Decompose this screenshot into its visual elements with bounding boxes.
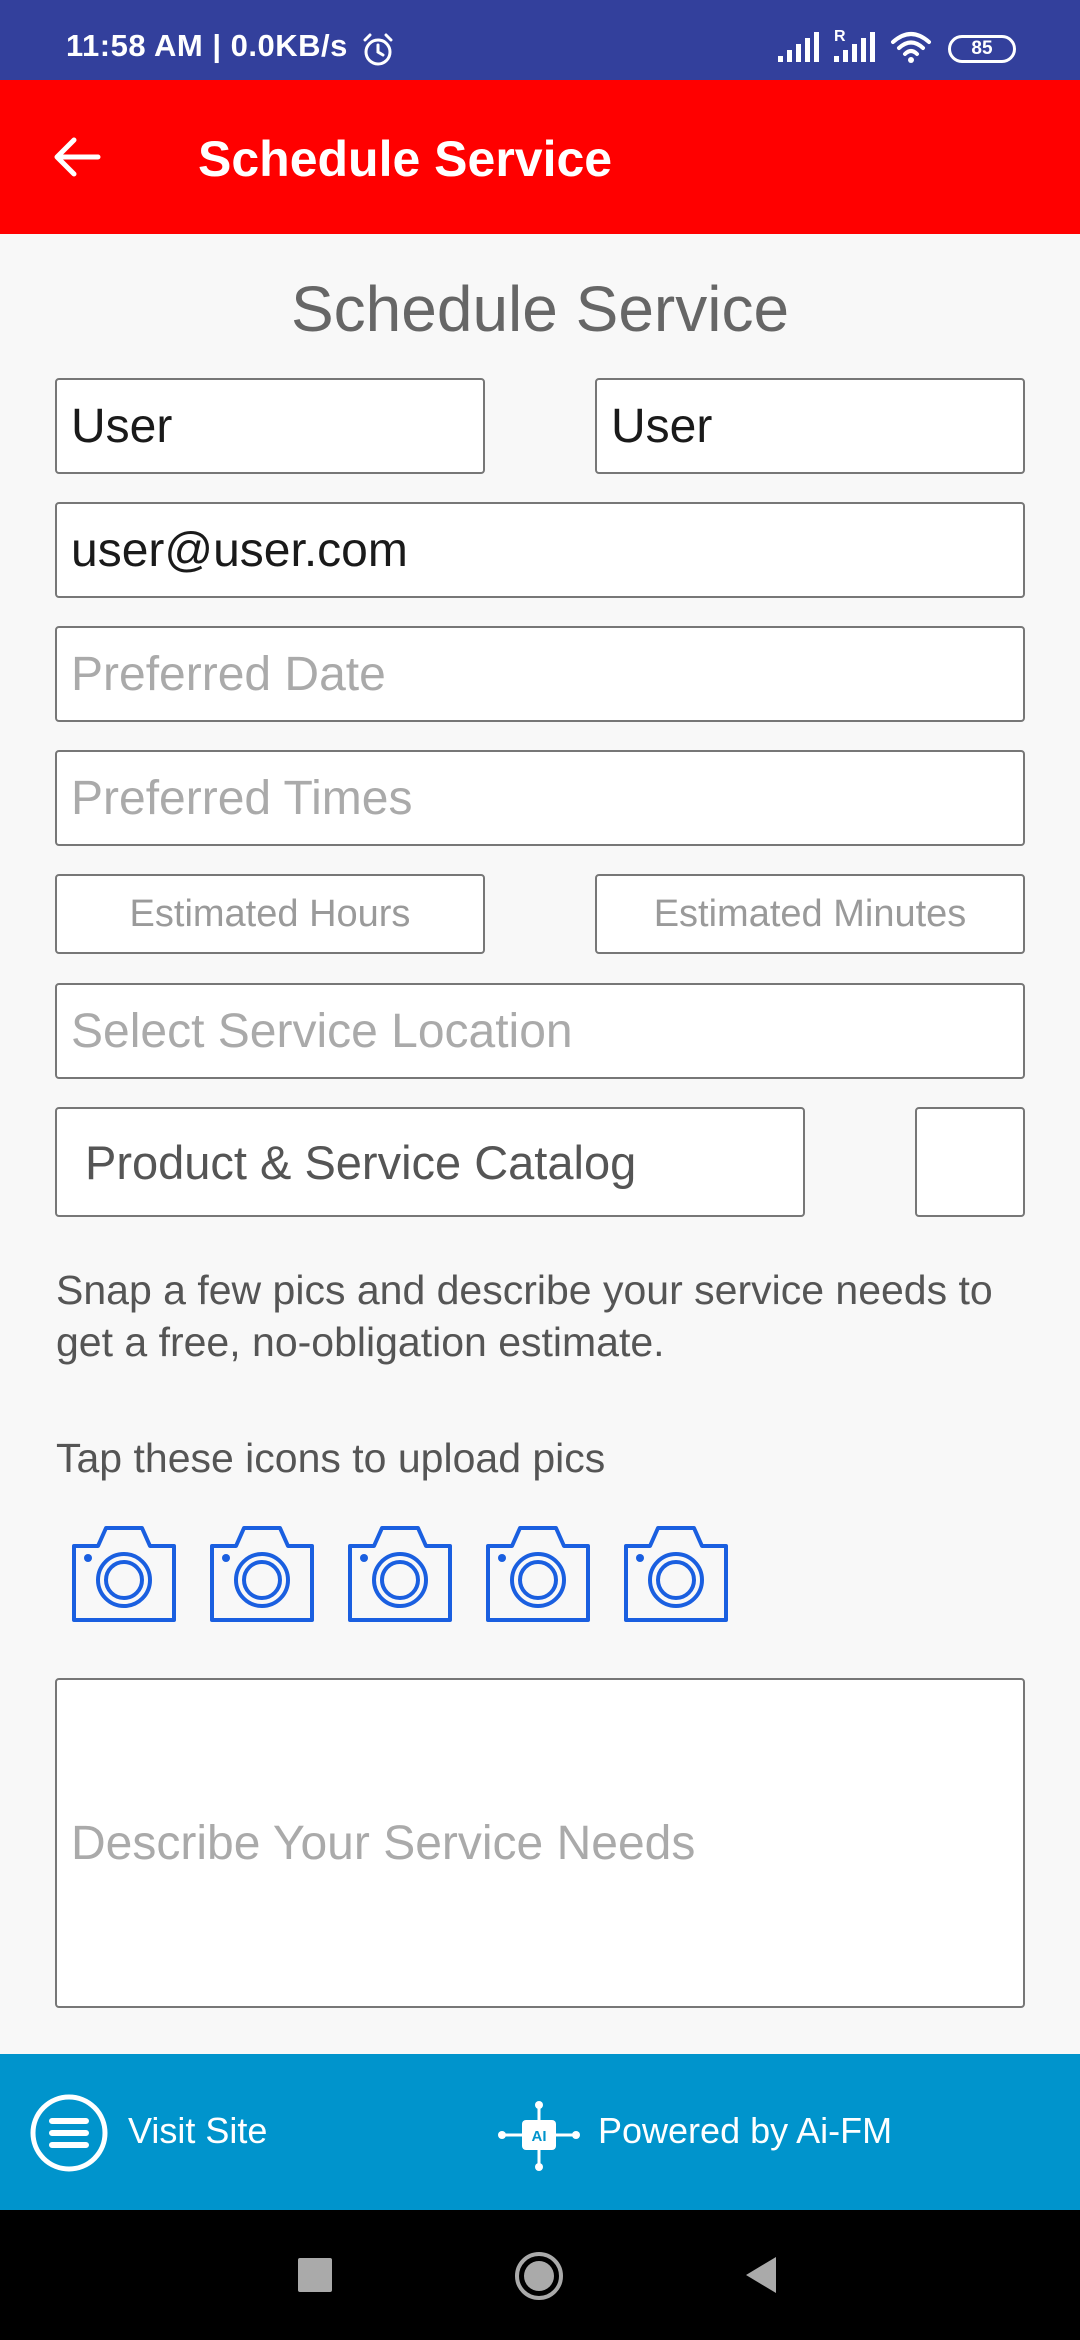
catalog-selection-box[interactable] — [915, 1107, 1025, 1217]
ai-chip-icon: AI — [498, 2101, 580, 2171]
powered-by-label[interactable]: Powered by Ai-FM — [598, 2110, 892, 2152]
app-bar: Schedule Service — [0, 80, 1080, 234]
menu-icon[interactable] — [28, 2092, 110, 2174]
status-time: 11:58 AM | 0.0KB/s — [66, 28, 348, 63]
camera-icon[interactable] — [206, 1522, 318, 1626]
camera-icon[interactable] — [620, 1522, 732, 1626]
estimated-minutes-field[interactable]: Estimated Minutes — [595, 874, 1025, 954]
preferred-times-field[interactable]: Preferred Times — [55, 750, 1025, 846]
preferred-date-field[interactable]: Preferred Date — [55, 626, 1025, 722]
home-icon[interactable] — [513, 2250, 565, 2302]
estimate-info-text: Snap a few pics and describe your servic… — [56, 1267, 993, 1365]
recent-apps-icon[interactable] — [298, 2258, 332, 2292]
service-location-select[interactable]: Select Service Location — [55, 983, 1025, 1079]
wifi-icon — [891, 32, 931, 63]
nav-back-icon[interactable] — [742, 2254, 780, 2296]
upload-hint-text: Tap these icons to upload pics — [56, 1435, 606, 1481]
email-field[interactable]: user@user.com — [55, 502, 1025, 598]
app-bar-title: Schedule Service — [198, 131, 613, 187]
status-bar: 11:58 AM | 0.0KB/s R 85 — [0, 0, 1080, 80]
estimated-hours-field[interactable]: Estimated Hours — [55, 874, 485, 954]
camera-icon[interactable] — [344, 1522, 456, 1626]
footer-bar: Visit Site AI Powered by Ai-FM — [0, 2054, 1080, 2210]
ai-badge-text: AI — [532, 2128, 547, 2145]
screen: 11:58 AM | 0.0KB/s R 85 Schedule Service… — [0, 0, 1080, 2340]
last-name-field[interactable]: User — [595, 378, 1025, 474]
camera-icon[interactable] — [68, 1522, 180, 1626]
service-description-textarea[interactable]: Describe Your Service Needs — [55, 1678, 1025, 2008]
visit-site-link[interactable]: Visit Site — [128, 2110, 267, 2152]
page-title: Schedule Service — [290, 273, 790, 345]
camera-icon[interactable] — [482, 1522, 594, 1626]
signal-icon — [778, 32, 819, 62]
battery-indicator: 85 — [948, 35, 1016, 63]
system-nav-bar — [0, 2210, 1080, 2340]
signal-icon — [834, 32, 875, 62]
product-catalog-button[interactable]: Product & Service Catalog — [55, 1107, 805, 1217]
alarm-icon — [363, 33, 393, 66]
back-arrow-icon[interactable] — [50, 130, 104, 184]
first-name-field[interactable]: User — [55, 378, 485, 474]
